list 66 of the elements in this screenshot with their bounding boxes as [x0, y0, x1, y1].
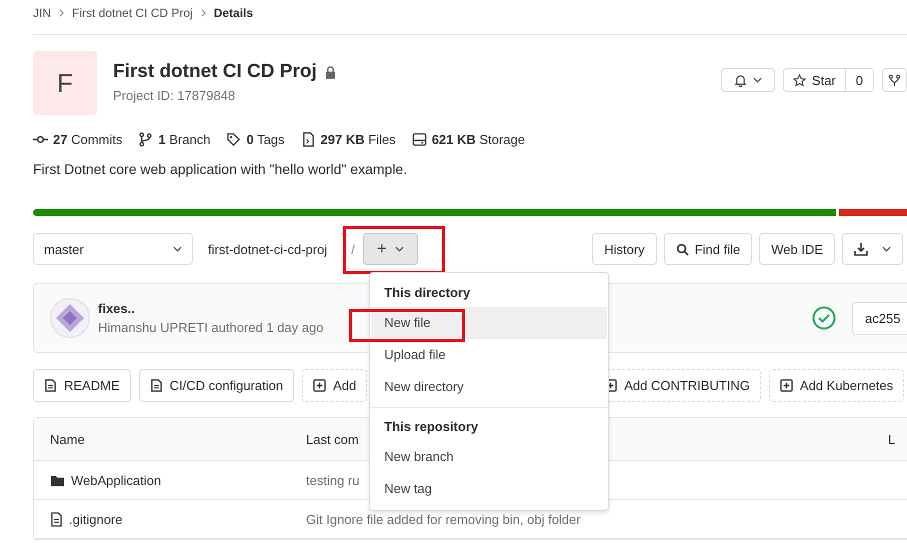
path-separator: / [351, 242, 355, 256]
plus-square-icon [313, 379, 326, 392]
fork-icon [888, 74, 901, 86]
breadcrumb-link[interactable]: Details [214, 6, 254, 20]
star-count[interactable]: 0 [844, 69, 873, 91]
folder-icon [50, 474, 65, 486]
stat-link[interactable]: 297 KB Files [300, 132, 396, 146]
add-file-link[interactable]: Add [302, 369, 368, 402]
bell-icon [734, 74, 747, 86]
repo-path-link[interactable]: first-dotnet-ci-cd-proj [208, 242, 328, 256]
chevron-down-icon [173, 246, 182, 252]
column-header: L [888, 432, 896, 446]
notification-button[interactable] [720, 68, 775, 92]
search-icon [676, 242, 689, 256]
file-icon [50, 512, 63, 526]
file-icon [300, 132, 316, 146]
project-id: Project ID: 17879848 [113, 88, 236, 103]
menu-item[interactable]: New tag [371, 473, 608, 505]
breadcrumb-link[interactable]: JIN [33, 6, 51, 20]
stat-link[interactable]: 621 KB Storage [412, 132, 525, 146]
stat-link[interactable]: 0 Tags [226, 132, 285, 146]
project-description: First Dotnet core web application with "hello world" example. [33, 161, 408, 177]
fork-button[interactable] [882, 68, 907, 92]
stat-link[interactable]: 27 Commits [33, 132, 122, 146]
breadcrumb-link[interactable]: First dotnet CI CD Proj [72, 6, 193, 20]
plus-square-icon [780, 379, 793, 392]
document-icon [44, 379, 57, 392]
add-file-link[interactable]: Add Kubernetes [768, 369, 904, 402]
file-link[interactable]: CI/CD configuration [138, 369, 294, 402]
menu-section-title: This repository [383, 418, 480, 436]
menu-item[interactable]: Upload file [371, 339, 608, 371]
commit-message-cell-text: Git Ignore file added for removing bin, obj folder [306, 512, 582, 526]
download-button[interactable] [842, 233, 903, 265]
chevron-down-icon [882, 246, 891, 252]
commit-author-line: Himanshu UPRETI authored 1 day ago [98, 320, 324, 335]
add-button[interactable]: + [362, 233, 418, 265]
branch-select[interactable]: master [33, 233, 193, 265]
project-avatar: F [33, 51, 97, 115]
column-header: Name [49, 432, 86, 446]
tag-icon [226, 132, 242, 146]
chevron-down-icon [394, 246, 404, 252]
branch-icon [138, 132, 154, 146]
menu-item[interactable]: New file [371, 307, 608, 339]
stat-link[interactable]: 1 Branch [138, 132, 210, 146]
file-name-link[interactable]: WebApplication [34, 472, 306, 488]
pipeline-passed-icon[interactable] [812, 306, 836, 330]
column-header: Last com [306, 432, 360, 446]
identicon-avatar-icon [50, 298, 90, 338]
toolbar-button[interactable]: History [592, 233, 657, 265]
download-icon [854, 242, 868, 256]
chevron-right-icon [59, 9, 64, 17]
commit-message-cell-text: testing ru [306, 472, 360, 488]
menu-section-title: This directory [383, 284, 472, 302]
toolbar-button[interactable]: Web IDE [759, 233, 835, 265]
file-link[interactable]: README [33, 369, 131, 402]
file-name-link[interactable]: .gitignore [34, 512, 306, 526]
star-icon [792, 74, 806, 86]
find-file-button[interactable]: Find file [664, 233, 752, 265]
menu-item[interactable]: New branch [371, 441, 608, 473]
project-title: First dotnet CI CD Proj [113, 61, 317, 83]
chevron-down-icon [752, 77, 762, 83]
document-icon [150, 379, 163, 392]
commit-title-link[interactable]: fixes.. [98, 301, 324, 316]
commit-sha-link[interactable]: ac255 [852, 302, 907, 334]
chevron-right-icon [200, 9, 206, 17]
storage-icon [412, 132, 427, 146]
